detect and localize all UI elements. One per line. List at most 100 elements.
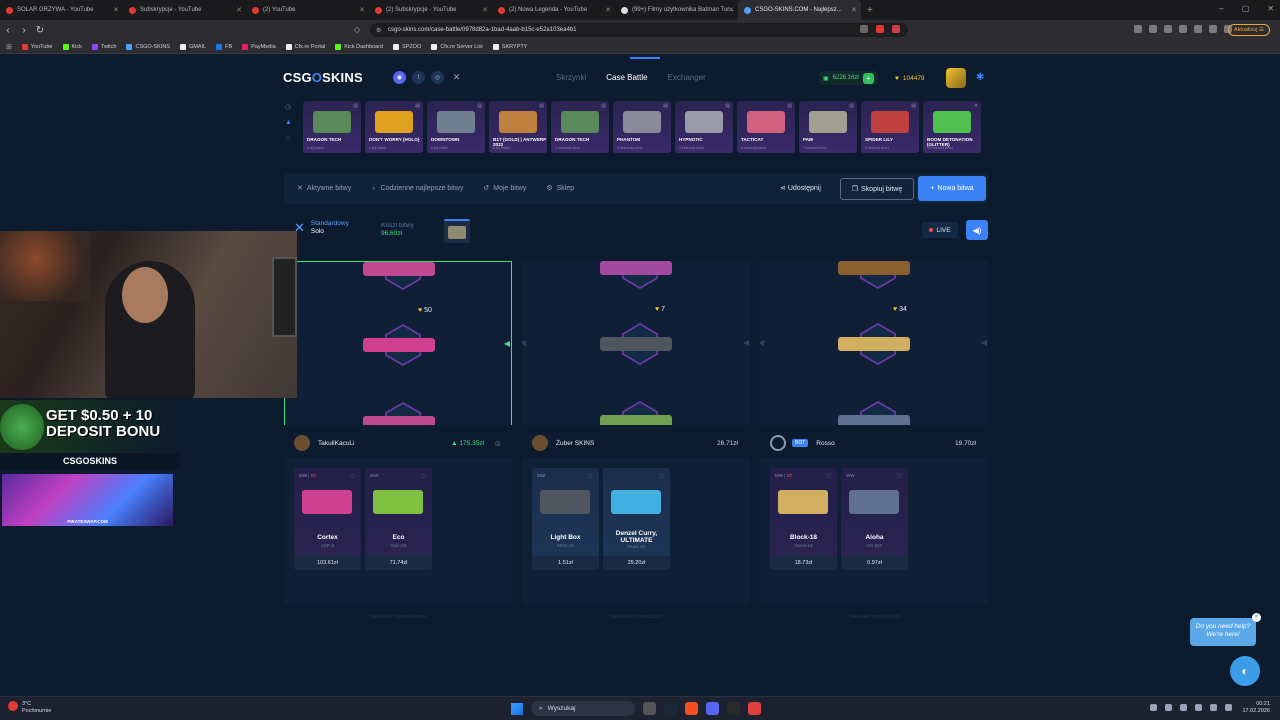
player-name[interactable]: TakuliKacuLi: [318, 440, 355, 447]
close-tab-icon[interactable]: ✕: [359, 6, 365, 14]
network-icon[interactable]: [1195, 704, 1202, 711]
battle-case[interactable]: [444, 219, 470, 243]
bookmark-item[interactable]: YouTube: [21, 43, 53, 50]
close-help-icon[interactable]: ✕: [1252, 613, 1261, 622]
bookmark-item[interactable]: Kick Dashboard: [335, 43, 383, 50]
bookmark-item[interactable]: Kick: [62, 43, 82, 50]
new-tab-button[interactable]: +: [867, 5, 873, 16]
player-name[interactable]: Rosso: [816, 440, 834, 447]
tabs-icon[interactable]: [1179, 25, 1187, 33]
thumbs-up-icon[interactable]: ▲: [285, 119, 292, 126]
tray-chevron-icon[interactable]: [1150, 704, 1157, 711]
browser-tab[interactable]: SOLAR GRZYWA - YouTube ✕: [0, 0, 123, 20]
won-item-card[interactable]: MW | ST ♡ Block-18 Glock-18 18.73zł: [770, 468, 837, 570]
close-tab-icon[interactable]: ✕: [728, 6, 734, 14]
reload-icon[interactable]: ↻: [32, 25, 48, 36]
cast-icon[interactable]: [1134, 25, 1142, 33]
won-item-card[interactable]: ♡ Denzel Curry, ULTIMATE Music Kit 25.20zł: [603, 468, 670, 570]
player-avatar[interactable]: [294, 435, 310, 451]
bookmark-item[interactable]: Cfx.re Server List: [431, 43, 483, 50]
app-icon[interactable]: [748, 702, 761, 715]
won-item-card[interactable]: MW | ST ♡ Cortex USP-S 103.61zł: [294, 468, 361, 570]
live-drop-item[interactable]: ✕ BOOM DETONATION (GLITTER) 12 sekund temu: [923, 101, 981, 153]
forward-icon[interactable]: ›: [16, 25, 32, 36]
active-battles-link[interactable]: ✕ Aktywne bitwy: [297, 184, 351, 193]
mic-icon[interactable]: [1210, 704, 1217, 711]
nav-case-battle[interactable]: Case Battle: [606, 73, 647, 82]
windows-start-icon[interactable]: [511, 702, 523, 715]
obs-icon[interactable]: [727, 702, 740, 715]
live-drop-item[interactable]: ▤ DON'T WORRY (HOLO) u tej chwili: [365, 101, 423, 153]
brave-icon[interactable]: [685, 702, 698, 715]
file-explorer-icon[interactable]: [643, 702, 656, 715]
settings-gear-icon[interactable]: ✱: [976, 72, 984, 83]
live-drop-item[interactable]: ▤ B1T (GOLD) | ANTWERP 2022 u tej chwili: [489, 101, 547, 153]
new-battle-button[interactable]: + Nowa bitwa: [918, 176, 986, 201]
url-input[interactable]: ⚙ csgo-skins.com/case-battle/0978d82a-1b…: [370, 23, 908, 37]
my-battles-link[interactable]: ↺ Moje bitwy: [483, 184, 526, 193]
back-icon[interactable]: ‹: [0, 25, 16, 36]
copy-battle-button[interactable]: ❐ Skopiuj bitwę: [840, 178, 914, 200]
live-drop-item[interactable]: ▤ TACTICAT 4 sekundy temu: [737, 101, 795, 153]
won-item-card[interactable]: WW ♡ Aloha SG 553 0.97zł: [841, 468, 908, 570]
live-drop-item[interactable]: ▤ DOWNTOWN u tej chwili: [427, 101, 485, 153]
tray-app2-icon[interactable]: [1180, 704, 1187, 711]
live-drop-item[interactable]: ▤ PAW 7 sekund temu: [799, 101, 857, 153]
sound-toggle-button[interactable]: ◀): [966, 220, 988, 240]
site-info-icon[interactable]: ⚙: [376, 27, 381, 34]
browser-tab[interactable]: (2) Nowa Legenda - YouTube ✕: [492, 0, 615, 20]
taskbar-search[interactable]: ⌕ Wyszukaj: [531, 701, 635, 716]
close-tab-icon[interactable]: ✕: [605, 6, 611, 14]
bookmark-icon[interactable]: ◇: [354, 25, 360, 34]
downloads-icon[interactable]: [1194, 25, 1202, 33]
won-item-card[interactable]: MW ♡ Light Box MAC-10 1.51zł: [532, 468, 599, 570]
player-name[interactable]: Żuber SKINS: [556, 440, 594, 447]
chat-button[interactable]: ◐: [1230, 656, 1260, 686]
close-tab-icon[interactable]: ✕: [482, 6, 488, 14]
close-tab-icon[interactable]: ✕: [113, 6, 119, 14]
discord-icon[interactable]: ◉: [393, 71, 406, 84]
apps-icon[interactable]: ⊞: [6, 43, 12, 51]
bookmark-item[interactable]: SPZOO: [393, 43, 421, 50]
browser-tab[interactable]: (99+) Filmy użytkownika Batman Tur... ✕: [615, 0, 738, 20]
browser-tab[interactable]: Subskrypcje - YouTube ✕: [123, 0, 246, 20]
taskbar-clock[interactable]: 00:21 17.02.2026: [1242, 701, 1270, 715]
instagram-icon[interactable]: ◎: [431, 71, 444, 84]
share-icon[interactable]: [860, 25, 868, 33]
player-avatar[interactable]: [770, 435, 786, 451]
daily-best-link[interactable]: ♁ Codzienne najlepsze bitwy: [371, 184, 463, 192]
update-button[interactable]: Aktualizuj ☰: [1227, 24, 1270, 36]
minimize-icon[interactable]: –: [1219, 4, 1223, 13]
bookmark-item[interactable]: CSGO-SKINS: [126, 43, 170, 50]
facebook-icon[interactable]: f: [412, 71, 425, 84]
maximize-icon[interactable]: ▢: [1242, 4, 1250, 13]
favorite-icon[interactable]: ♡: [421, 473, 426, 480]
nav-cases[interactable]: Skrzynki: [556, 73, 586, 82]
steam-icon[interactable]: [664, 702, 677, 715]
close-window-icon[interactable]: ✕: [1267, 4, 1274, 13]
deposit-button[interactable]: +: [862, 72, 874, 84]
brave-rewards-icon[interactable]: [892, 25, 900, 33]
browser-tab[interactable]: CSGO-SKINS.COM - Najlepsz... ✕: [738, 0, 861, 20]
help-bubble[interactable]: Do you need help? We're here!: [1190, 618, 1256, 646]
bookmark-item[interactable]: PayMedia: [242, 43, 276, 50]
site-logo[interactable]: CSGOSKINS: [283, 70, 363, 85]
discord-taskbar-icon[interactable]: [706, 702, 719, 715]
close-tab-icon[interactable]: ✕: [236, 6, 242, 14]
star-icon[interactable]: ☆: [285, 134, 292, 142]
extensions-icon[interactable]: [1149, 25, 1157, 33]
bookmark-item[interactable]: FB: [216, 43, 232, 50]
live-drop-item[interactable]: ▤ SPIDER LILY 9 sekund temu: [861, 101, 919, 153]
clock-icon[interactable]: ◷: [285, 103, 292, 111]
bookmark-item[interactable]: SKRYPTY: [492, 43, 527, 50]
tray-app-icon[interactable]: [1165, 704, 1172, 711]
live-drop-item[interactable]: ▤ DRAGON TECH u tej chwili: [303, 101, 361, 153]
favorite-icon[interactable]: ♡: [826, 473, 831, 480]
bookmark-item[interactable]: Cfx.re Portal: [285, 43, 325, 50]
bookmark-item[interactable]: GMAIL: [180, 43, 206, 50]
player-avatar[interactable]: [532, 435, 548, 451]
share-button[interactable]: ⋖ Udostępnij: [780, 184, 821, 192]
user-avatar[interactable]: [946, 68, 966, 88]
live-drop-item[interactable]: ▤ HYPNOTIC 3 sekundy temu: [675, 101, 733, 153]
live-drop-item[interactable]: ▤ PHANTOM 3 sekundy temu: [613, 101, 671, 153]
